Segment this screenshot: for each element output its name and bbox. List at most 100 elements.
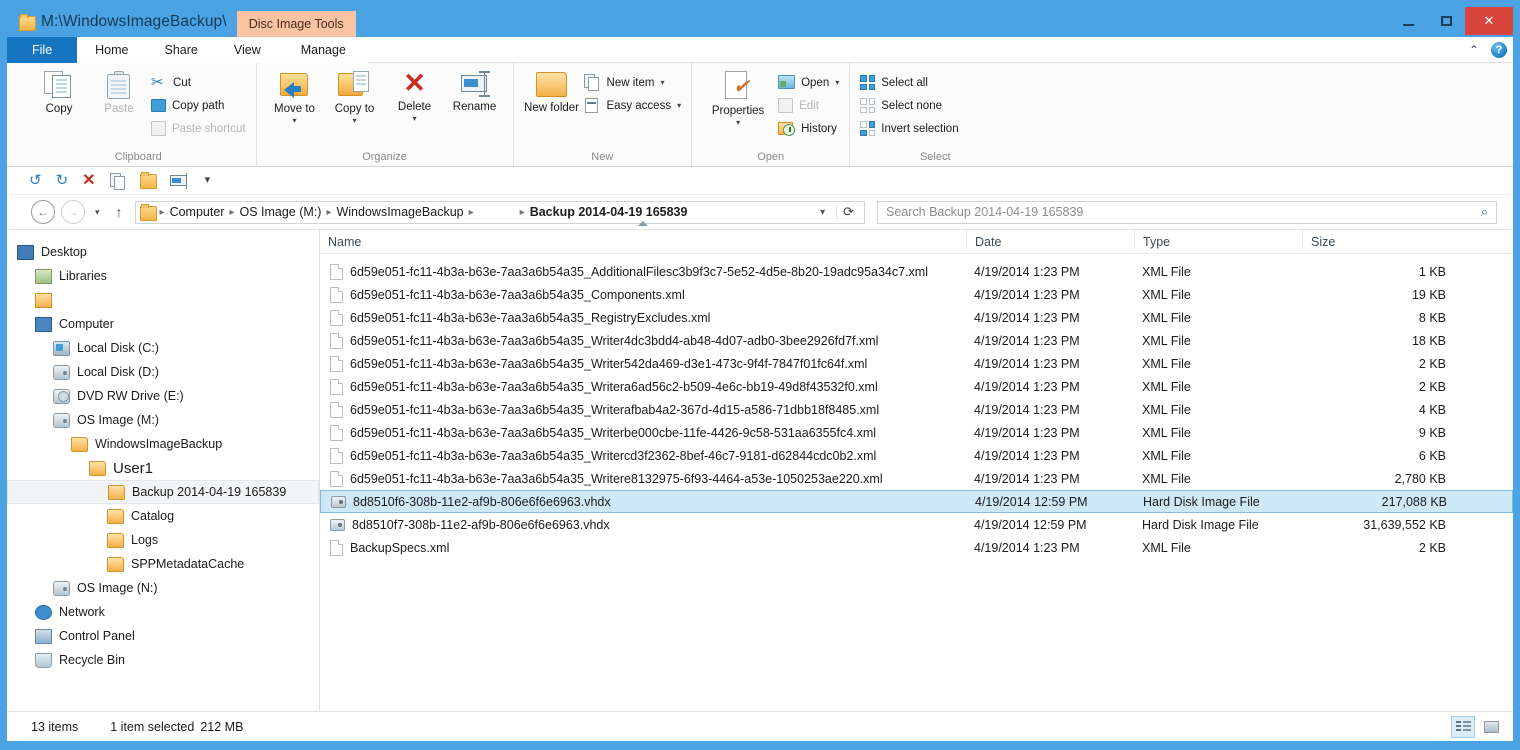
tab-view[interactable]: View <box>215 37 279 63</box>
details-view-button[interactable] <box>1451 715 1475 738</box>
file-name-cell: 8d8510f7-308b-11e2-af9b-806e6f6e6963.vhd… <box>320 518 966 532</box>
recent-locations-icon[interactable]: ▾ <box>91 207 104 218</box>
table-row[interactable]: 6d59e051-fc11-4b3a-b63e-7aa3a6b54a35_Add… <box>320 260 1513 283</box>
rename-button[interactable]: Rename <box>447 67 503 114</box>
paste-button[interactable]: Paste <box>91 67 147 116</box>
forward-button[interactable]: → <box>61 200 85 224</box>
new-folder-icon[interactable] <box>139 172 157 189</box>
back-button[interactable]: ← <box>31 200 55 224</box>
help-icon[interactable]: ? <box>1491 42 1507 58</box>
copy-to-button[interactable]: Copy to ▾ <box>327 67 383 125</box>
table-row[interactable]: BackupSpecs.xml 4/19/2014 1:23 PM XML File… <box>320 536 1513 559</box>
column-header-name[interactable]: Name <box>320 220 966 254</box>
table-row[interactable]: 8d8510f6-308b-11e2-af9b-806e6f6e6963.vhd… <box>320 490 1513 513</box>
chevron-down-icon[interactable]: ▾ <box>677 101 681 110</box>
sidebar-item-os-image-m[interactable]: OS Image (M:) <box>7 408 319 432</box>
properties-button[interactable]: ✔ Properties ▾ <box>702 67 774 127</box>
breadcrumb-windowsimagebackup[interactable]: WindowsImageBackup <box>336 205 463 219</box>
tab-file[interactable]: File <box>7 37 78 63</box>
chevron-down-icon[interactable]: ▾ <box>660 78 664 87</box>
refresh-icon[interactable]: ⟳ <box>836 204 860 220</box>
address-folder-icon <box>139 203 157 221</box>
easy-access-button[interactable]: Easy access ▾ <box>584 96 681 115</box>
sidebar-item-logs[interactable]: Logs <box>7 528 319 552</box>
chevron-up-icon[interactable]: ⌃ <box>1469 43 1479 57</box>
chevron-down-icon[interactable]: ▾ <box>413 114 417 123</box>
search-input[interactable]: Search Backup 2014-04-19 165839 <box>886 205 1481 219</box>
sidebar-item-user-folder[interactable] <box>7 288 319 312</box>
sidebar-item-windowsimagebackup[interactable]: WindowsImageBackup <box>7 432 319 456</box>
close-button[interactable]: ✕ <box>1465 7 1513 35</box>
search-icon[interactable]: ⌕ <box>1481 204 1488 220</box>
redo-icon[interactable]: ↻ <box>56 173 69 188</box>
tab-manage[interactable]: Manage <box>278 37 368 63</box>
table-row[interactable]: 6d59e051-fc11-4b3a-b63e-7aa3a6b54a35_Wri… <box>320 421 1513 444</box>
chevron-down-icon[interactable]: ▾ <box>736 118 740 127</box>
tab-share[interactable]: Share <box>146 37 216 63</box>
copy-path-button[interactable]: Copy path <box>151 96 246 115</box>
open-button[interactable]: Open ▾ <box>778 73 839 92</box>
table-row[interactable]: 8d8510f7-308b-11e2-af9b-806e6f6e6963.vhd… <box>320 513 1513 536</box>
ribbon: Copy Paste ✂ Cut Copy path Paste shortcu… <box>7 63 1513 167</box>
sidebar-item-desktop[interactable]: Desktop <box>7 240 319 264</box>
chevron-down-icon[interactable]: ▾ <box>835 78 839 87</box>
tiles-view-button[interactable] <box>1479 716 1503 738</box>
minimize-button[interactable] <box>1389 7 1427 35</box>
chevron-down-icon[interactable]: ▾ <box>205 173 211 188</box>
sidebar-item-local-disk-c[interactable]: Local Disk (C:) <box>7 336 319 360</box>
cut-button[interactable]: ✂ Cut <box>151 73 246 92</box>
column-header-type[interactable]: Type <box>1134 229 1302 254</box>
sidebar-item-backup-2014-04-19-165839[interactable]: Backup 2014-04-19 165839 <box>7 480 319 504</box>
table-row[interactable]: 6d59e051-fc11-4b3a-b63e-7aa3a6b54a35_Com… <box>320 283 1513 306</box>
address-bar[interactable]: ▸ Computer ▸ OS Image (M:) ▸ WindowsImag… <box>134 200 865 224</box>
file-name-cell: 6d59e051-fc11-4b3a-b63e-7aa3a6b54a35_Wri… <box>320 332 966 349</box>
sidebar-item-user1[interactable]: User1 <box>7 456 319 480</box>
properties-icon[interactable] <box>109 172 126 190</box>
breadcrumb-current[interactable]: Backup 2014-04-19 165839 <box>530 205 688 219</box>
contextual-tab-disc-image-tools[interactable]: Disc Image Tools <box>236 11 356 37</box>
sidebar-item-dvd-rw-drive-e[interactable]: DVD RW Drive (E:) <box>7 384 319 408</box>
sidebar-item-sppmetadatacache[interactable]: SPPMetadataCache <box>7 552 319 576</box>
table-row[interactable]: 6d59e051-fc11-4b3a-b63e-7aa3a6b54a35_Wri… <box>320 467 1513 490</box>
column-header-size[interactable]: Size <box>1302 229 1462 254</box>
delete-icon[interactable]: ✕ <box>82 173 95 189</box>
sidebar-item-computer[interactable]: Computer <box>7 312 319 336</box>
breadcrumb-os-image-m[interactable]: OS Image (M:) <box>239 205 321 219</box>
table-row[interactable]: 6d59e051-fc11-4b3a-b63e-7aa3a6b54a35_Wri… <box>320 329 1513 352</box>
sidebar-item-local-disk-d[interactable]: Local Disk (D:) <box>7 360 319 384</box>
address-bar-row: ← → ▾ ↑ ▸ Computer ▸ OS Image (M:) ▸ Win… <box>7 195 1513 229</box>
file-type: XML File <box>1142 540 1191 555</box>
history-button[interactable]: History <box>778 119 839 138</box>
copy-label: Copy <box>45 103 73 115</box>
tab-home[interactable]: Home <box>77 37 147 63</box>
chevron-down-icon[interactable]: ▾ <box>293 116 297 125</box>
table-row[interactable]: 6d59e051-fc11-4b3a-b63e-7aa3a6b54a35_Wri… <box>320 375 1513 398</box>
sidebar-item-control-panel[interactable]: Control Panel <box>7 624 319 648</box>
move-to-button[interactable]: Move to ▾ <box>267 67 323 125</box>
address-dropdown-icon[interactable]: ▾ <box>814 207 831 218</box>
invert-selection-button[interactable]: Invert selection <box>860 119 1010 138</box>
rename-icon[interactable] <box>169 172 191 189</box>
copy-button[interactable]: Copy <box>31 67 87 116</box>
chevron-down-icon[interactable]: ▾ <box>353 116 357 125</box>
sidebar-item-recycle-bin[interactable]: Recycle Bin <box>7 648 319 672</box>
select-all-button[interactable]: Select all <box>860 73 1010 92</box>
sidebar-item-os-image-n[interactable]: OS Image (N:) <box>7 576 319 600</box>
new-folder-button[interactable]: New folder <box>524 67 580 115</box>
table-row[interactable]: 6d59e051-fc11-4b3a-b63e-7aa3a6b54a35_Reg… <box>320 306 1513 329</box>
up-button[interactable]: ↑ <box>110 204 129 220</box>
breadcrumb-computer[interactable]: Computer <box>170 205 225 219</box>
search-box[interactable]: Search Backup 2014-04-19 165839 ⌕ <box>877 200 1497 224</box>
maximize-button[interactable] <box>1427 7 1465 35</box>
column-header-date[interactable]: Date <box>966 229 1134 254</box>
delete-button[interactable]: ✕ Delete ▾ <box>387 67 443 123</box>
new-item-button[interactable]: New item ▾ <box>583 73 682 92</box>
select-none-button[interactable]: Select none <box>860 96 1010 115</box>
table-row[interactable]: 6d59e051-fc11-4b3a-b63e-7aa3a6b54a35_Wri… <box>320 398 1513 421</box>
sidebar-item-libraries[interactable]: Libraries <box>7 264 319 288</box>
undo-icon[interactable]: ↺ <box>29 173 42 188</box>
table-row[interactable]: 6d59e051-fc11-4b3a-b63e-7aa3a6b54a35_Wri… <box>320 352 1513 375</box>
sidebar-item-network[interactable]: Network <box>7 600 319 624</box>
table-row[interactable]: 6d59e051-fc11-4b3a-b63e-7aa3a6b54a35_Wri… <box>320 444 1513 467</box>
sidebar-item-catalog[interactable]: Catalog <box>7 504 319 528</box>
